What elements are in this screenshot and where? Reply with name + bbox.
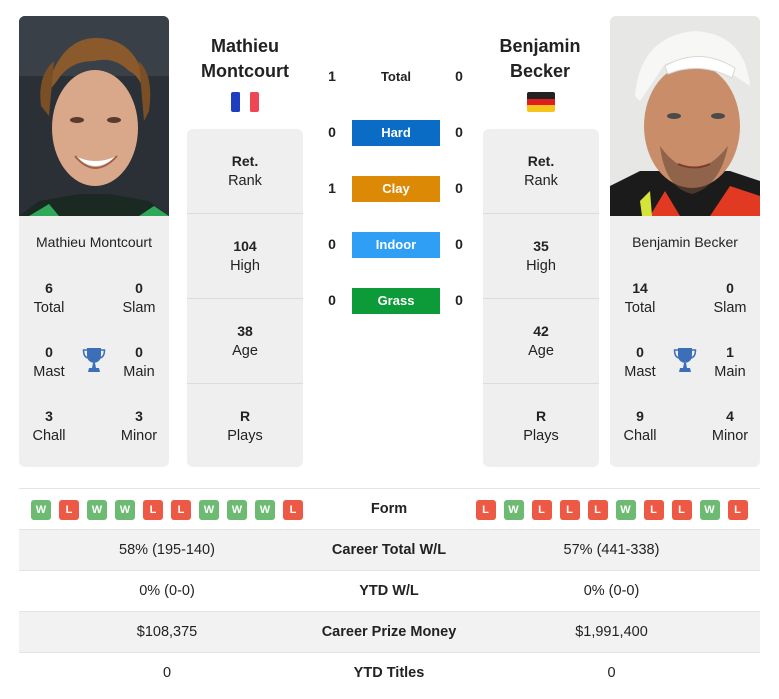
left-value: 0% (0-0) xyxy=(139,583,195,599)
form-win-badge[interactable]: W xyxy=(699,500,720,520)
titles-main: 0 Main xyxy=(123,344,155,380)
info-rank: Ret. Rank xyxy=(524,153,558,189)
row-label: Career Prize Money xyxy=(321,624,457,640)
form-row: WLWWLLWWWL Form LWLLLWLLWL xyxy=(19,489,760,530)
form-loss-badge[interactable]: L xyxy=(587,500,608,520)
form-loss-badge[interactable]: L xyxy=(171,500,191,520)
form-win-badge[interactable]: W xyxy=(31,500,51,520)
h2h-total-label: Total xyxy=(380,69,412,84)
surface-clay-button[interactable]: Clay xyxy=(352,176,440,202)
comparison-table: WLWWLLWWWL Form LWLLLWLLWL 58% (195-140)… xyxy=(19,488,760,694)
surface-indoor-button[interactable]: Indoor xyxy=(352,232,440,258)
titles-total: 14 Total xyxy=(624,280,656,316)
info-age: 42 Age xyxy=(483,298,599,383)
row-label: Form xyxy=(370,501,408,517)
form-win-badge[interactable]: W xyxy=(227,500,247,520)
table-row: $108,375 Career Prize Money $1,991,400 xyxy=(19,612,760,653)
form-loss-badge[interactable]: L xyxy=(475,500,496,520)
h2h-clay-row: 1 Clay 0 xyxy=(318,176,473,202)
info-high: 104 High xyxy=(187,213,303,298)
right-value: 0 xyxy=(607,665,616,681)
trophy-icon xyxy=(82,348,106,372)
row-label: Career Total W/L xyxy=(331,542,447,558)
table-row: 58% (195-140) Career Total W/L 57% (441-… xyxy=(19,530,760,571)
titles-slam: 0 Slam xyxy=(713,280,747,316)
info-high: 35 High xyxy=(483,213,599,298)
row-label: YTD Titles xyxy=(353,665,425,681)
h2h-left-score: 0 xyxy=(328,124,336,140)
h2h-left-score: 0 xyxy=(328,236,336,252)
form-win-badge[interactable]: W xyxy=(255,500,275,520)
h2h-left-score: 1 xyxy=(328,180,336,196)
form-loss-badge[interactable]: L xyxy=(727,500,748,520)
right-value: 0% (0-0) xyxy=(583,583,640,599)
titles-chall: 3 Chall xyxy=(32,408,66,444)
h2h-left-score: 1 xyxy=(328,68,336,84)
info-plays: R Plays xyxy=(187,383,303,468)
table-row: 0% (0-0) YTD W/L 0% (0-0) xyxy=(19,571,760,612)
form-loss-badge[interactable]: L xyxy=(643,500,664,520)
trophy-icon xyxy=(673,348,697,372)
player-photo-left xyxy=(19,16,169,216)
h2h-right-score: 0 xyxy=(455,68,463,84)
form-win-badge[interactable]: W xyxy=(615,500,636,520)
info-rank: Ret. Rank xyxy=(228,153,262,189)
h2h-total-row: 1 Total 0 xyxy=(318,64,473,90)
player-name-left[interactable]: Mathieu Montcourt xyxy=(175,34,315,84)
player-full-name: Benjamin Becker xyxy=(632,234,738,250)
h2h-right-score: 0 xyxy=(455,292,463,308)
h2h-right-score: 0 xyxy=(455,124,463,140)
form-loss-badge[interactable]: L xyxy=(531,500,552,520)
form-loss-badge[interactable]: L xyxy=(671,500,692,520)
player-info-left: Ret. Rank 104 High 38 Age R Plays xyxy=(187,129,303,467)
france-flag-icon xyxy=(231,92,259,112)
h2h-right-score: 0 xyxy=(455,236,463,252)
h2h-grass-row: 0 Grass 0 xyxy=(318,288,473,314)
surface-grass-button[interactable]: Grass xyxy=(352,288,440,314)
germany-flag-icon xyxy=(527,92,555,112)
row-label: YTD W/L xyxy=(359,583,419,599)
titles-main: 1 Main xyxy=(714,344,746,380)
player-photo-right xyxy=(610,16,760,216)
form-loss-badge[interactable]: L xyxy=(283,500,303,520)
player-name-right[interactable]: Benjamin Becker xyxy=(470,34,610,84)
titles-chall: 9 Chall xyxy=(623,408,657,444)
form-win-badge[interactable]: W xyxy=(87,500,107,520)
form-loss-badge[interactable]: L xyxy=(143,500,163,520)
left-value: 0 xyxy=(162,665,172,681)
titles-total: 6 Total xyxy=(33,280,65,316)
player-full-name: Mathieu Montcourt xyxy=(36,234,152,250)
h2h-right-score: 0 xyxy=(455,180,463,196)
h2h-hard-row: 0 Hard 0 xyxy=(318,120,473,146)
right-value: 57% (441-338) xyxy=(563,542,660,558)
player-card-left: Mathieu Montcourt 6 Total 0 Slam 0 Mast … xyxy=(19,216,169,467)
form-loss-badge[interactable]: L xyxy=(559,500,580,520)
form-badges-right: LWLLLWLLWL xyxy=(463,489,760,520)
titles-slam: 0 Slam xyxy=(122,280,156,316)
titles-mast: 0 Mast xyxy=(624,344,656,380)
form-win-badge[interactable]: W xyxy=(503,500,524,520)
right-value: $1,991,400 xyxy=(575,624,648,640)
player-info-right: Ret. Rank 35 High 42 Age R Plays xyxy=(483,129,599,467)
left-value: 58% (195-140) xyxy=(119,542,215,558)
form-win-badge[interactable]: W xyxy=(115,500,135,520)
form-loss-badge[interactable]: L xyxy=(59,500,79,520)
info-plays: R Plays xyxy=(483,383,599,468)
titles-mast: 0 Mast xyxy=(33,344,65,380)
info-age: 38 Age xyxy=(187,298,303,383)
h2h-left-score: 0 xyxy=(328,292,336,308)
player-card-right: Benjamin Becker 14 Total 0 Slam 0 Mast 1… xyxy=(610,216,760,467)
h2h-indoor-row: 0 Indoor 0 xyxy=(318,232,473,258)
form-win-badge[interactable]: W xyxy=(199,500,219,520)
form-badges-left: WLWWLLWWWL xyxy=(19,489,315,520)
titles-minor: 3 Minor xyxy=(120,408,158,444)
left-value: $108,375 xyxy=(136,624,198,640)
titles-minor: 4 Minor xyxy=(711,408,749,444)
surface-hard-button[interactable]: Hard xyxy=(352,120,440,146)
table-row: 0 YTD Titles 0 xyxy=(19,653,760,694)
